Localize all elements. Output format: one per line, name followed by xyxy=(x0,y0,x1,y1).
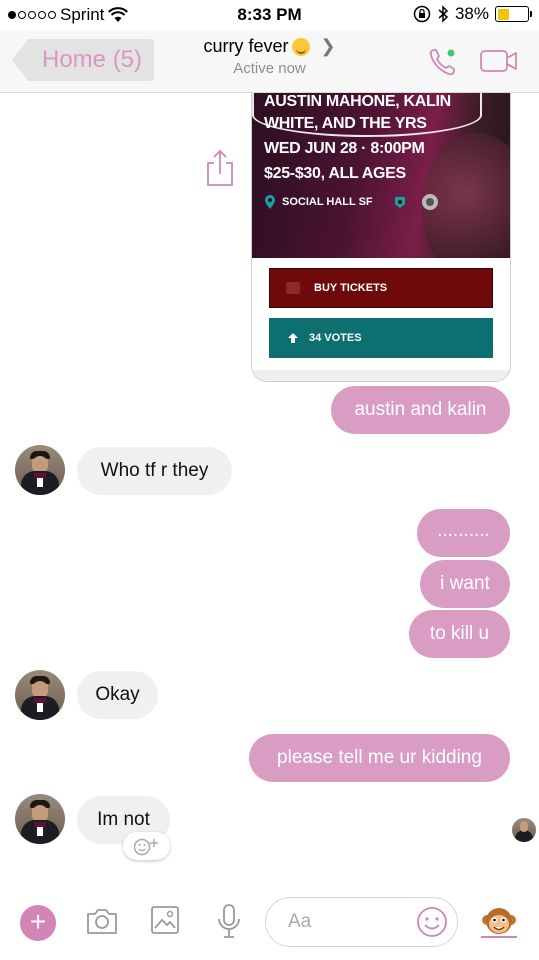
message-bubble-outgoing[interactable]: i want xyxy=(420,560,510,608)
avatar-thumb-icon xyxy=(421,194,438,210)
location-pin-icon xyxy=(265,195,275,209)
conversation-title: curry fever xyxy=(203,36,289,56)
badge-icon xyxy=(394,197,405,208)
votes-label: 34 VOTES xyxy=(309,332,362,344)
event-actions: BUY TICKETS 34 VOTES xyxy=(252,258,510,381)
buy-tickets-button[interactable]: BUY TICKETS xyxy=(269,268,493,308)
video-call-icon[interactable] xyxy=(479,48,519,74)
card-bottom-strip xyxy=(252,370,510,381)
status-bar: Sprint 8:33 PM 38% xyxy=(0,0,539,30)
phone-call-icon[interactable] xyxy=(425,44,461,80)
event-datetime: WED JUN 28 · 8:00PM xyxy=(264,140,425,157)
chevron-right-icon: ❯ xyxy=(320,36,336,56)
seen-indicator-avatar xyxy=(512,818,536,842)
arrow-up-icon xyxy=(288,333,298,343)
venue-name: SOCIAL HALL SF xyxy=(282,196,373,208)
event-price: $25-$30, ALL AGES xyxy=(264,165,406,182)
message-bubble-incoming[interactable]: Okay xyxy=(77,671,158,719)
add-reaction-button[interactable] xyxy=(123,832,170,860)
conversation-header: Home (5) curry fever ❯ Active now xyxy=(0,30,539,93)
event-title-line1: AUSTIN MAHONE, KALIN xyxy=(264,93,451,110)
event-card[interactable]: AUSTIN MAHONE, KALIN WHITE, AND THE YRS … xyxy=(251,93,511,382)
message-input-placeholder: Aa xyxy=(288,911,312,932)
contact-avatar[interactable] xyxy=(15,445,65,495)
sticker-tab-indicator xyxy=(481,936,517,938)
smiley-plus-icon xyxy=(133,838,158,856)
bluetooth-icon xyxy=(438,5,449,23)
message-bubble-outgoing[interactable]: to kill u xyxy=(409,610,510,658)
share-icon[interactable] xyxy=(203,148,237,188)
message-bubble-outgoing[interactable]: .......... xyxy=(417,509,510,557)
battery-percent: 38% xyxy=(454,4,489,23)
message-bubble-incoming[interactable]: Who tf r they xyxy=(77,447,232,495)
seen-avatar xyxy=(512,818,536,842)
message-bubble-outgoing[interactable]: austin and kalin xyxy=(331,386,510,434)
camera-icon[interactable] xyxy=(84,903,120,939)
vote-button[interactable]: 34 VOTES xyxy=(269,318,493,358)
message-bubble-outgoing[interactable]: please tell me ur kidding xyxy=(249,734,510,782)
image-icon[interactable] xyxy=(149,903,181,937)
contact-avatar[interactable] xyxy=(15,794,65,844)
ticket-icon xyxy=(286,282,300,294)
event-title-line2: WHITE, AND THE YRS xyxy=(264,115,427,132)
battery-level xyxy=(497,8,509,20)
smirk-emoji-icon xyxy=(292,37,311,56)
status-right: 38% xyxy=(413,4,532,24)
microphone-icon[interactable] xyxy=(214,903,244,941)
emoji-icon[interactable] xyxy=(416,906,448,938)
battery-icon xyxy=(495,6,532,22)
buy-tickets-label: BUY TICKETS xyxy=(314,282,388,294)
venue-row: SOCIAL HALL SF xyxy=(264,193,439,211)
event-poster: AUSTIN MAHONE, KALIN WHITE, AND THE YRS … xyxy=(252,93,510,258)
plus-icon[interactable]: + xyxy=(20,905,56,941)
contact-avatar[interactable] xyxy=(15,670,65,720)
rotation-lock-icon xyxy=(413,5,431,23)
sticker-icon[interactable] xyxy=(481,903,517,939)
